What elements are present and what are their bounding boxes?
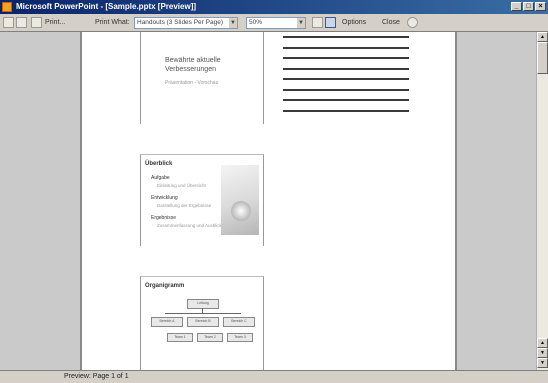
portrait-icon[interactable] xyxy=(325,17,336,28)
page-right-edge xyxy=(455,32,457,370)
slide-thumbnail-2: Überblick Aufgabe Einleitung und Übersic… xyxy=(140,154,264,246)
window-controls: _ □ × xyxy=(511,2,546,11)
org-box-mid-2: Bereich B xyxy=(187,317,219,327)
slide2-bullet-2: Entwicklung xyxy=(151,195,178,201)
close-window-button[interactable]: × xyxy=(535,2,546,11)
title-bar: Microsoft PowerPoint - [Sample.pptx [Pre… xyxy=(0,0,548,14)
org-box-low-1: Team 1 xyxy=(167,333,193,342)
scroll-down-icon[interactable]: ▼ xyxy=(537,358,548,368)
slide2-heading: Überblick xyxy=(145,161,173,167)
scroll-up-icon[interactable]: ▲ xyxy=(537,32,548,42)
note-line xyxy=(283,88,409,91)
slide-thumbnail-3: Organigramm Leitung Bereich A Bereich B … xyxy=(140,276,264,370)
note-line xyxy=(283,46,409,49)
note-line xyxy=(283,99,409,101)
page-up-icon[interactable]: ▲ xyxy=(537,338,548,348)
note-line xyxy=(283,67,409,70)
note-line xyxy=(283,36,409,38)
left-margin xyxy=(0,32,80,370)
handout-notes-lines xyxy=(283,36,409,120)
print-what-label: Print What: xyxy=(95,19,130,26)
print-button[interactable]: Print... xyxy=(45,17,65,29)
slide1-title: Bewährte aktuelle Verbesserungen xyxy=(165,57,221,73)
slide1-subtitle: Präsentation - Vorschau xyxy=(165,80,219,86)
org-box-top: Leitung xyxy=(187,299,219,309)
print-icon[interactable] xyxy=(31,17,42,28)
next-page-icon[interactable] xyxy=(16,17,27,28)
status-bar: Preview: Page 1 of 1 xyxy=(0,370,548,383)
options-button[interactable]: Options xyxy=(342,17,366,29)
right-margin xyxy=(457,32,536,370)
slide2-sub-1: Einleitung und Übersicht xyxy=(157,183,206,188)
chevron-down-icon: ▼ xyxy=(297,18,305,28)
page-left-edge xyxy=(80,32,82,370)
status-text: Preview: Page 1 of 1 xyxy=(64,373,129,380)
print-what-value: Handouts (3 Slides Per Page) xyxy=(137,19,223,26)
scroll-thumb[interactable] xyxy=(537,42,548,74)
note-line xyxy=(283,109,409,112)
org-box-low-2: Team 2 xyxy=(197,333,223,342)
org-connector xyxy=(165,313,241,314)
close-preview-button[interactable]: Close xyxy=(382,17,400,29)
print-preview-area: Bewährte aktuelle Verbesserungen Präsent… xyxy=(0,32,536,370)
chevron-down-icon: ▼ xyxy=(229,18,237,28)
disc-icon xyxy=(231,201,251,221)
slide2-sub-3: Zusammenfassung und Ausblick xyxy=(157,223,222,228)
slide3-heading: Organigramm xyxy=(145,283,185,289)
note-line xyxy=(283,57,409,59)
slide2-bullet-1: Aufgabe xyxy=(151,175,170,181)
slide2-sub-2: Darstellung der Ergebnisse xyxy=(157,203,212,208)
powerpoint-app-icon xyxy=(2,2,12,12)
slide2-picture xyxy=(221,165,259,235)
org-box-mid-1: Bereich A xyxy=(151,317,183,327)
vertical-scrollbar[interactable]: ▲ ▲ ▼ ▼ xyxy=(536,32,548,370)
slide2-bullet-3: Ergebnisse xyxy=(151,215,177,221)
org-box-low-3: Team 3 xyxy=(227,333,253,342)
print-preview-toolbar: Print... Print What: Handouts (3 Slides … xyxy=(0,14,548,32)
minimize-button[interactable]: _ xyxy=(511,2,522,11)
note-line xyxy=(283,78,409,80)
zoom-value: 50% xyxy=(249,19,263,26)
org-box-mid-3: Bereich C xyxy=(223,317,255,327)
zoom-select[interactable]: 50% ▼ xyxy=(246,17,306,29)
window-title: Microsoft PowerPoint - [Sample.pptx [Pre… xyxy=(16,2,197,11)
previous-page-icon[interactable] xyxy=(3,17,14,28)
print-what-select[interactable]: Handouts (3 Slides Per Page) ▼ xyxy=(134,17,238,29)
maximize-button[interactable]: □ xyxy=(523,2,534,11)
landscape-icon[interactable] xyxy=(312,17,323,28)
slide-thumbnail-1: Bewährte aktuelle Verbesserungen Präsent… xyxy=(140,32,264,124)
help-icon[interactable] xyxy=(407,17,418,28)
page-down-icon[interactable]: ▼ xyxy=(537,348,548,358)
